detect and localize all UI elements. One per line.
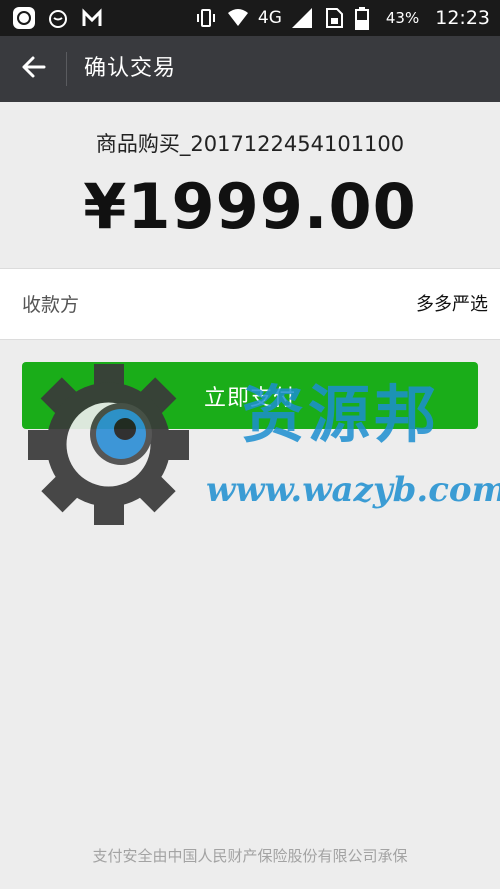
cat-notification-icon	[46, 6, 70, 30]
vibrate-icon	[194, 6, 218, 30]
wifi-icon	[226, 6, 250, 30]
pay-now-button[interactable]: 立即支付	[22, 362, 478, 429]
status-bar: 4G 43% 12:23	[0, 0, 500, 36]
app-notification-icon	[12, 6, 36, 30]
payment-amount: ¥1999.00	[83, 170, 417, 243]
page-title: 确认交易	[84, 56, 177, 81]
back-button[interactable]	[14, 51, 52, 87]
signal-icon	[290, 6, 314, 30]
notification-icons	[12, 6, 104, 30]
product-name: 商品购买_2017122454101100	[95, 132, 405, 156]
payee-value: 多多严选	[416, 294, 488, 315]
network-type: 4G	[257, 8, 282, 28]
status-indicators: 4G 43% 12:23	[194, 0, 490, 36]
clock: 12:23	[435, 7, 490, 29]
back-arrow-icon	[20, 55, 46, 83]
battery-level: 43%	[385, 9, 420, 27]
battery-icon	[354, 6, 378, 30]
insurance-note: 支付安全由中国人民财产保险股份有限公司承保	[92, 847, 408, 865]
payee-row: 收款方 多多严选	[0, 268, 500, 340]
app-bar: 确认交易	[0, 36, 500, 102]
header-divider	[66, 52, 67, 86]
payee-label: 收款方	[22, 294, 80, 316]
m-notification-icon	[80, 6, 104, 30]
sim-icon	[322, 6, 346, 30]
watermark-url: www.wazyb.com	[206, 470, 500, 510]
